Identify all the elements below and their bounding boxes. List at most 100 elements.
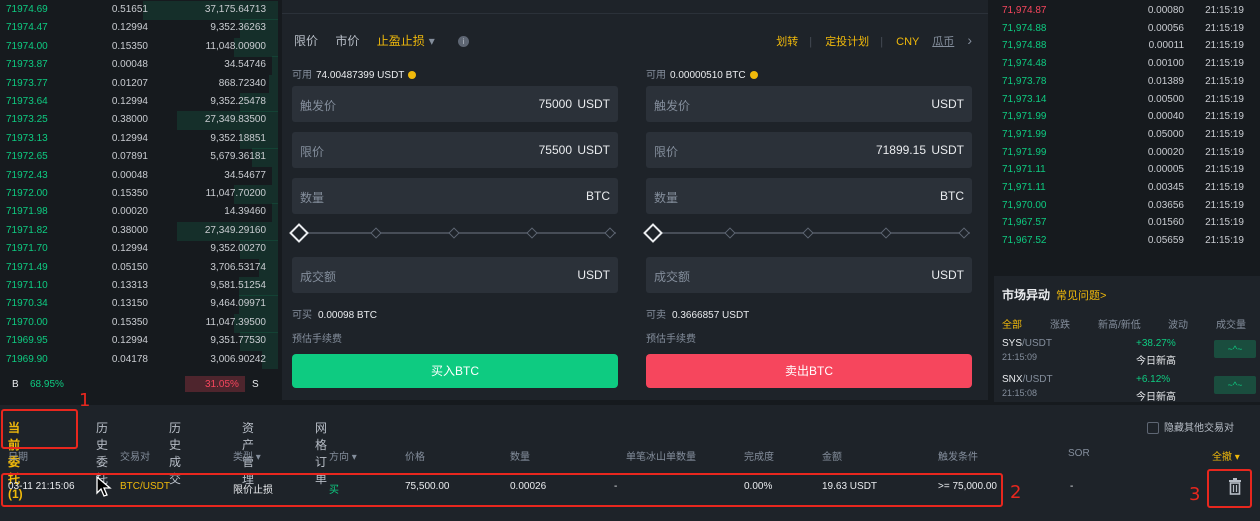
cancel-all-button[interactable]: 全撤 ▾ — [1212, 448, 1240, 463]
mm-tab-volatility[interactable]: 波动 — [1168, 316, 1188, 331]
trade-time: 21:15:19 — [1205, 128, 1244, 140]
book-amount: 0.00048 — [111, 169, 148, 181]
col-trigger: 触发条件 — [938, 452, 978, 463]
tab-limit[interactable]: 限价 — [294, 34, 318, 48]
buy-quantity-input[interactable]: 数量 BTC — [292, 178, 618, 214]
slider-tick[interactable] — [958, 227, 970, 239]
slider-tick[interactable] — [526, 227, 538, 239]
trade-amount: 0.00500 — [1147, 93, 1184, 105]
col-type[interactable]: 类型 ▾ — [233, 448, 261, 463]
field-label: 成交额 — [654, 270, 691, 284]
max-label: 可买 — [292, 310, 312, 321]
depth-bar — [271, 56, 278, 75]
book-price: 71973.13 — [6, 132, 48, 144]
buy-percent-slider[interactable] — [289, 223, 618, 243]
trade-amount: 0.00100 — [1147, 58, 1184, 70]
buy-trigger-price-input[interactable]: 触发价 75000 USDT — [292, 86, 618, 122]
book-total: 11,048.00900 — [205, 40, 266, 52]
divider: | — [880, 36, 884, 48]
faq-link[interactable]: 常见问题> — [1056, 287, 1106, 303]
book-total: 9,581.51254 — [210, 280, 266, 291]
book-total: 11,047.39500 — [205, 316, 266, 328]
buy-available-value: 74.00487399 USDT — [316, 70, 405, 81]
slider-tick[interactable] — [604, 227, 616, 239]
col-type-label: 类型 — [233, 452, 253, 463]
field-value: 71899.15 — [875, 143, 926, 157]
book-total: 9,352.18851 — [210, 132, 266, 144]
mm-tab-volume[interactable]: 成交量 — [1216, 316, 1246, 331]
book-amount: 0.12994 — [111, 243, 148, 255]
sell-btc-button[interactable]: 卖出BTC — [646, 354, 972, 388]
add-funds-icon[interactable] — [749, 71, 758, 80]
trade-time: 21:15:19 — [1205, 93, 1244, 105]
book-amount: 0.15350 — [111, 40, 148, 52]
annotation-box-3 — [1207, 469, 1252, 508]
slider-tick[interactable] — [370, 227, 382, 239]
sell-limit-price-input[interactable]: 限价 71899.15 USDT — [646, 132, 972, 168]
book-total: 34.54746 — [224, 59, 266, 71]
divider: | — [809, 36, 813, 48]
currency-coin-link[interactable]: 瓜币 — [932, 36, 954, 48]
sell-percent-slider[interactable] — [643, 223, 972, 243]
book-total: 37,175.64713 — [204, 4, 266, 15]
ratio-sell-percent: 31.05% — [205, 379, 239, 390]
market-mover-item[interactable]: SYS/USDT 21:15:09 +38.27% 今日新高 ~^~ — [1002, 338, 1256, 374]
field-label: 限价 — [654, 145, 679, 159]
book-total: 9,352.25478 — [210, 96, 266, 107]
chevron-down-icon: ▾ — [255, 452, 261, 463]
hide-other-pairs-toggle[interactable]: 隐藏其他交易对 — [1147, 419, 1234, 435]
mm-time: 21:15:08 — [1002, 388, 1038, 398]
slider-tick[interactable] — [724, 227, 736, 239]
buy-available: 可用 74.00487399 USDT — [292, 66, 417, 81]
mm-tab-change[interactable]: 涨跌 — [1050, 316, 1070, 331]
slider-handle[interactable] — [643, 223, 663, 243]
buy-limit-price-input[interactable]: 限价 75500 USDT — [292, 132, 618, 168]
field-label: 数量 — [300, 191, 325, 205]
slider-tick[interactable] — [880, 227, 892, 239]
list-item[interactable]: 71969.90 0.04178 3,006.90242 — [0, 350, 278, 371]
book-amount: 0.38000 — [111, 224, 148, 236]
col-side[interactable]: 方向 ▾ — [329, 448, 357, 463]
depth-bar — [271, 203, 278, 223]
book-price: 71969.95 — [6, 335, 48, 347]
book-price: 71973.64 — [6, 96, 48, 107]
dca-plan-link[interactable]: 定投计划 — [825, 36, 869, 48]
chevron-down-icon: ▾ — [351, 452, 357, 463]
left-order-book: 71974.69 0.51651 37,175.64713 71974.47 0.129… — [0, 0, 278, 400]
book-total: 868.72340 — [218, 77, 266, 89]
tab-market[interactable]: 市价 — [335, 34, 359, 48]
mm-pair-base: SNX — [1002, 374, 1023, 385]
trade-amount: 0.00080 — [1147, 5, 1184, 16]
buy-btc-button[interactable]: 买入BTC — [292, 354, 618, 388]
book-amount: 0.15350 — [111, 316, 148, 328]
book-price: 71974.69 — [6, 4, 48, 15]
mm-tab-all[interactable]: 全部 — [1002, 316, 1022, 331]
slider-handle[interactable] — [289, 223, 309, 243]
trade-amount: 0.00056 — [1147, 22, 1184, 34]
mm-tab-highlow[interactable]: 新高/新低 — [1098, 316, 1141, 331]
trade-time: 21:15:19 — [1205, 146, 1244, 158]
field-unit: USDT — [931, 143, 964, 157]
slider-tick[interactable] — [802, 227, 814, 239]
trade-time: 21:15:19 — [1205, 182, 1244, 193]
info-icon[interactable]: i — [458, 36, 470, 48]
book-amount: 0.07891 — [111, 151, 148, 163]
sell-quantity-input[interactable]: 数量 BTC — [646, 178, 972, 214]
buy-turnover-input[interactable]: 成交额 USDT — [292, 257, 618, 293]
sell-trigger-price-input[interactable]: 触发价 USDT — [646, 86, 972, 122]
currency-selector[interactable]: CNY — [896, 36, 919, 48]
book-amount: 0.05150 — [111, 261, 148, 273]
buy-available-label: 可用 — [292, 70, 312, 81]
slider-tick[interactable] — [448, 227, 460, 239]
trade-panel: 限价 市价 止盈止损 ▾ i 划转 | 定投计划 | CNY 瓜币 › 可用 74.… — [282, 0, 988, 400]
book-total: 9,351.77530 — [210, 335, 266, 347]
chevron-right-icon[interactable]: › — [967, 32, 972, 48]
transfer-link[interactable]: 划转 — [776, 36, 798, 48]
sell-turnover-input[interactable]: 成交额 USDT — [646, 257, 972, 293]
checkbox[interactable] — [1147, 422, 1159, 435]
tab-stop-limit[interactable]: 止盈止损 ▾ — [377, 34, 441, 48]
field-label: 触发价 — [654, 99, 691, 113]
max-value: 0.3666857 USDT — [672, 310, 750, 321]
trade-price: 71,971.99 — [1002, 128, 1047, 140]
add-funds-icon[interactable] — [408, 71, 417, 80]
